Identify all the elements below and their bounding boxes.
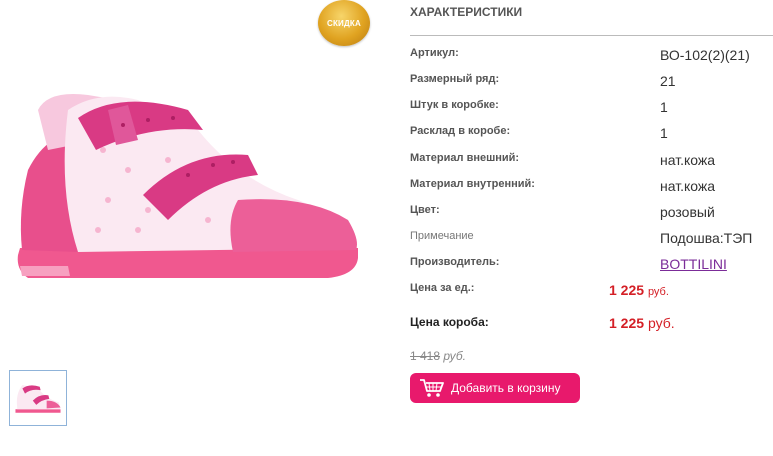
old-price-currency: руб. — [443, 349, 466, 363]
spec-label: Штук в коробке: — [410, 99, 499, 111]
product-image[interactable] — [8, 70, 368, 310]
spec-value: Подошва:ТЭП — [660, 230, 753, 246]
spec-label: Размерный ряд: — [410, 73, 500, 85]
spec-label: Цвет: — [410, 204, 440, 216]
spec-value: нат.кожа — [660, 152, 716, 168]
add-to-cart-label: Добавить в корзину — [451, 381, 561, 395]
spec-label: Материал внешний: — [410, 152, 520, 164]
shoe-thumbnail-icon — [15, 385, 61, 413]
spec-row-inner-material: Материал внутренний: нат.кожа — [410, 178, 773, 198]
unit-price-label: Цена за ед.: — [410, 282, 475, 294]
spec-row-size-range: Размерный ряд: 21 — [410, 73, 773, 93]
box-price-label: Цена короба: — [410, 315, 489, 329]
spec-value: ВО-102(2)(21) — [660, 47, 750, 63]
spec-row-manufacturer: Производитель: BOTTILINI — [410, 256, 773, 276]
spec-row-note: Примечание Подошва:ТЭП — [410, 230, 773, 250]
old-price-amount: 1 418 — [410, 349, 441, 363]
unit-price-amount: 1 225 — [609, 282, 645, 298]
spec-value: нат.кожа — [660, 178, 716, 194]
box-price-currency: руб. — [647, 315, 675, 331]
spec-label: Расклад в коробе: — [410, 125, 511, 137]
spec-row-article: Артикул: ВО-102(2)(21) — [410, 47, 773, 67]
spec-label: Производитель: — [410, 256, 500, 268]
spec-value: розовый — [660, 204, 715, 220]
spec-row-box-layout: Расклад в коробе: 1 — [410, 125, 773, 145]
spec-value: 1 — [660, 99, 668, 115]
shoe-illustration — [17, 94, 358, 278]
spec-row-outer-material: Материал внешний: нат.кожа — [410, 152, 773, 172]
spec-value: 1 — [660, 125, 668, 141]
spec-row-color: Цвет: розовый — [410, 204, 773, 224]
spec-row-pieces-per-box: Штук в коробке: 1 — [410, 99, 773, 119]
cart-icon — [420, 379, 444, 397]
spec-label: Примечание — [410, 230, 474, 242]
spec-label: Материал внутренний: — [410, 178, 535, 190]
specs-title: ХАРАКТЕРИСТИКИ — [410, 5, 523, 19]
product-thumbnail[interactable] — [9, 370, 67, 426]
divider — [410, 35, 773, 36]
box-price-amount: 1 225 — [609, 315, 645, 331]
spec-value: 21 — [660, 73, 676, 89]
box-price-row: Цена короба: 1 225 руб. — [410, 315, 773, 335]
box-price: 1 225 руб. — [609, 315, 675, 331]
manufacturer-link[interactable]: BOTTILINI — [660, 256, 727, 272]
discount-badge: СКИДКА — [318, 0, 370, 46]
spec-value: BOTTILINI — [660, 256, 727, 272]
unit-price: 1 225 руб. — [609, 282, 669, 298]
old-price: 1 418 руб. — [410, 349, 466, 363]
spec-label: Артикул: — [410, 47, 459, 59]
unit-price-row: Цена за ед.: 1 225 руб. — [410, 282, 773, 302]
discount-badge-label: СКИДКА — [327, 18, 361, 28]
unit-price-currency: руб. — [647, 286, 669, 298]
add-to-cart-button[interactable]: Добавить в корзину — [410, 373, 580, 403]
